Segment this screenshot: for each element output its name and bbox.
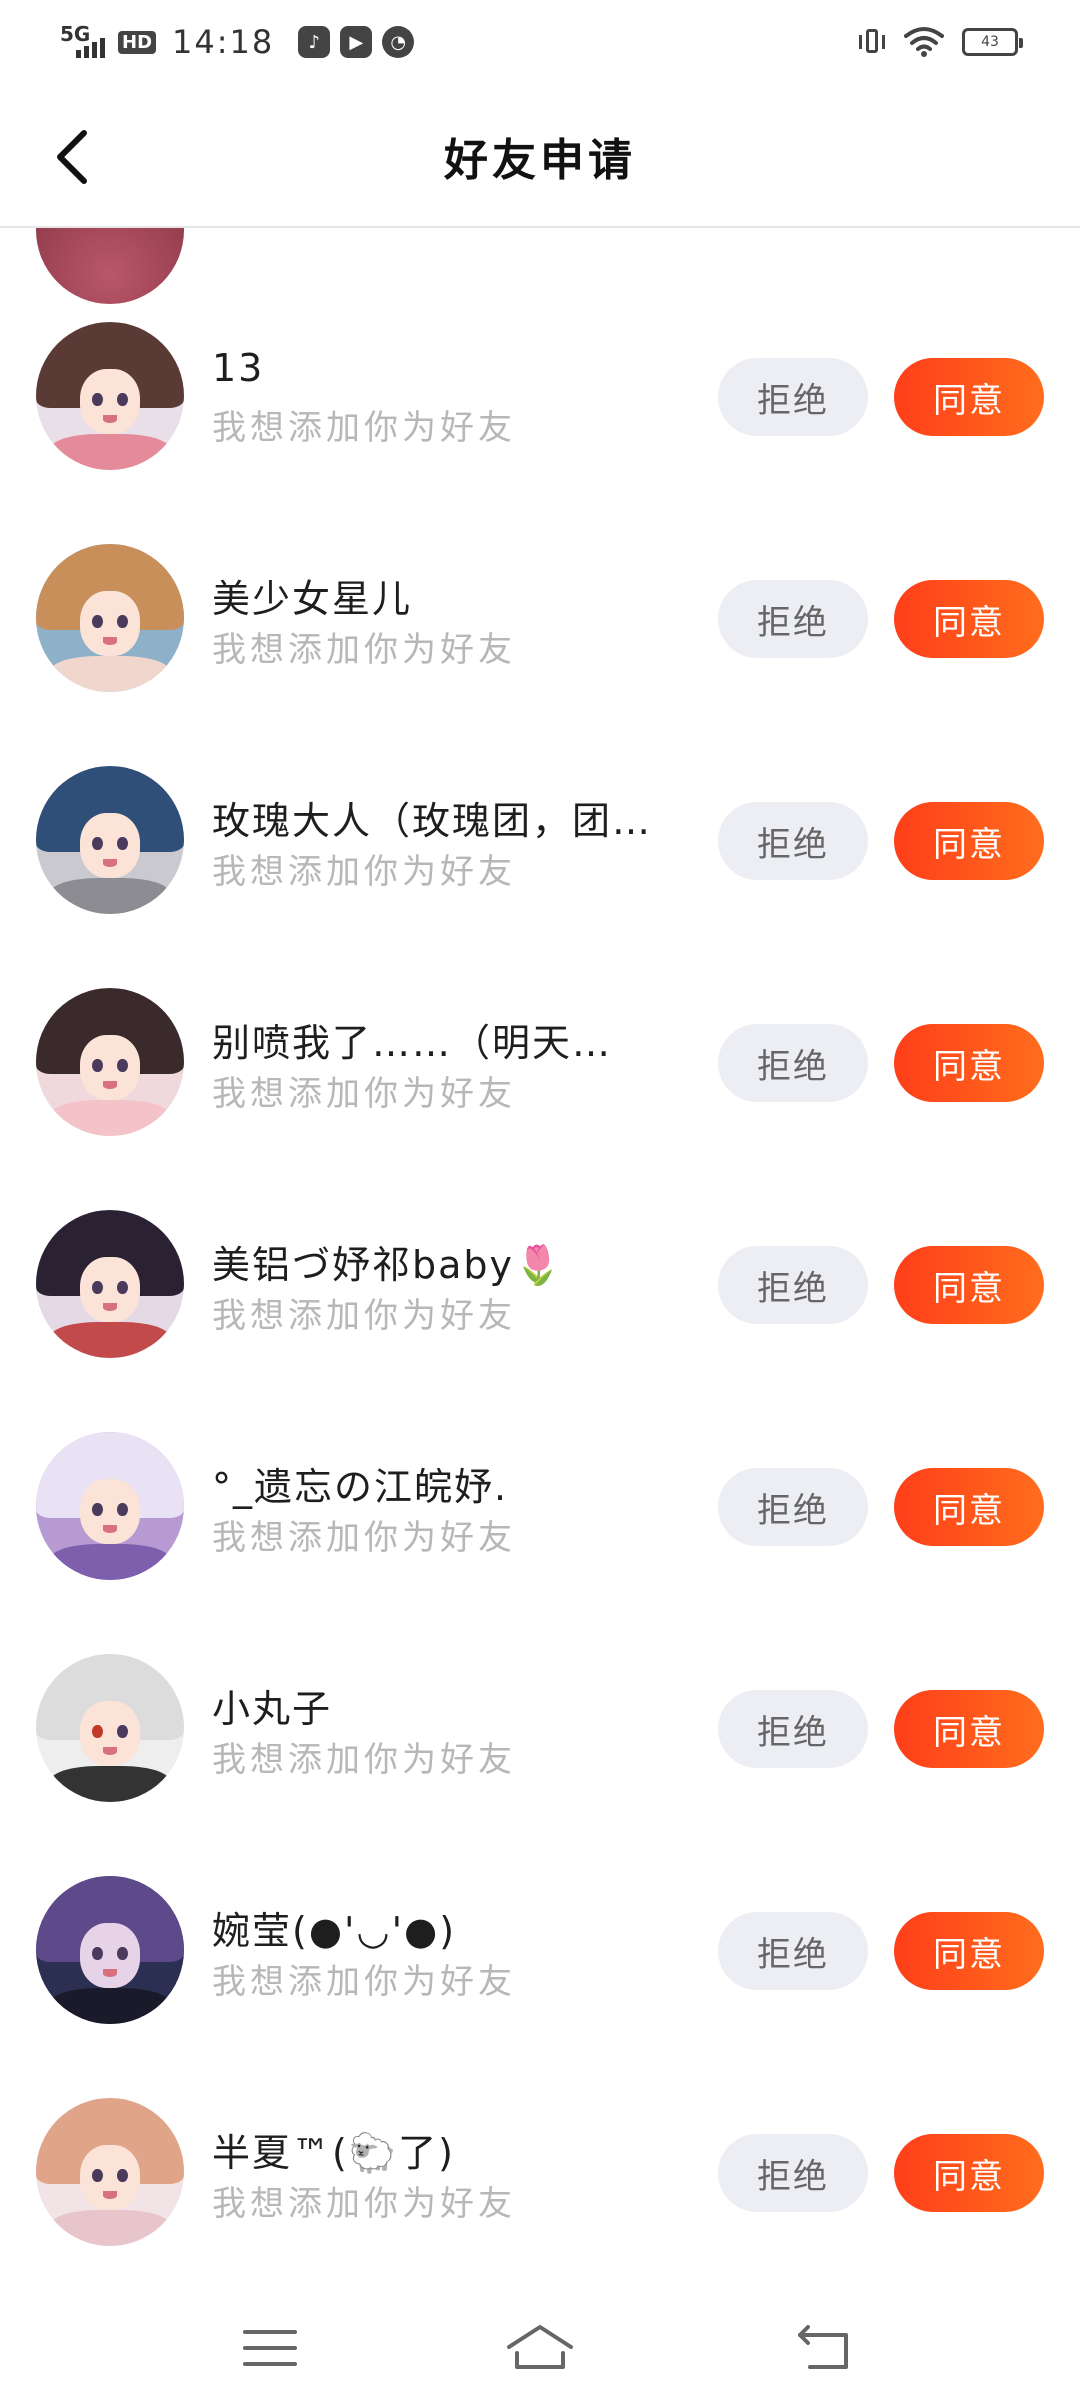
hd-badge: HD xyxy=(118,30,157,54)
friend-name: 13 xyxy=(212,346,265,390)
request-message: 我想添加你为好友 xyxy=(212,852,516,892)
agree-button[interactable]: 同意 xyxy=(894,1024,1044,1102)
friend-request-row: 美铝づ妤祁baby🌷 我想添加你为好友 拒绝 同意 xyxy=(0,1210,1080,1432)
home-button[interactable] xyxy=(500,2318,580,2378)
friend-name: 婉莹(●'◡'●) xyxy=(212,1909,457,1953)
avatar[interactable] xyxy=(36,1654,184,1802)
reject-button[interactable]: 拒绝 xyxy=(718,2134,868,2212)
speed-icon: ◔ xyxy=(382,26,415,58)
system-navigation-bar xyxy=(0,2278,1080,2408)
battery-icon: 43 xyxy=(962,28,1023,56)
status-bar-left: 5G HD 14:18 ♪ ▶ ◔ xyxy=(60,20,415,64)
back-nav-icon xyxy=(798,2325,848,2369)
battery-level: 43 xyxy=(981,34,999,50)
request-message: 我想添加你为好友 xyxy=(212,1962,516,2002)
menu-button[interactable] xyxy=(230,2318,310,2378)
tiktok-icon: ♪ xyxy=(298,26,331,58)
reject-button[interactable]: 拒绝 xyxy=(718,580,868,658)
agree-button[interactable]: 同意 xyxy=(894,1690,1044,1768)
friend-request-row: 小丸子 我想添加你为好友 拒绝 同意 xyxy=(0,1654,1080,1876)
friend-request-row: 美少女星儿 我想添加你为好友 拒绝 同意 xyxy=(0,544,1080,766)
reject-button[interactable]: 拒绝 xyxy=(718,358,868,436)
avatar[interactable] xyxy=(36,322,184,470)
page-title: 好友申请 xyxy=(444,135,636,186)
agree-button[interactable]: 同意 xyxy=(894,2134,1044,2212)
request-message: 我想添加你为好友 xyxy=(212,630,516,670)
friend-request-row: 13 我想添加你为好友 拒绝 同意 xyxy=(0,322,1080,544)
avatar[interactable] xyxy=(36,1432,184,1580)
friend-request-list[interactable]: 13 我想添加你为好友 拒绝 同意 美少女星儿 我想添加你为好友 拒绝 同意 玫… xyxy=(0,228,1080,2278)
reject-button[interactable]: 拒绝 xyxy=(718,1024,868,1102)
reject-button[interactable]: 拒绝 xyxy=(718,1690,868,1768)
request-message: 我想添加你为好友 xyxy=(212,2184,516,2224)
request-message: 我想添加你为好友 xyxy=(212,408,516,448)
agree-button[interactable]: 同意 xyxy=(894,1912,1044,1990)
request-message: 我想添加你为好友 xyxy=(212,1518,516,1558)
reject-button[interactable]: 拒绝 xyxy=(718,1468,868,1546)
reject-button[interactable]: 拒绝 xyxy=(718,1912,868,1990)
agree-button[interactable]: 同意 xyxy=(894,580,1044,658)
avatar[interactable] xyxy=(36,988,184,1136)
agree-button[interactable]: 同意 xyxy=(894,802,1044,880)
avatar xyxy=(36,228,184,304)
agree-button[interactable]: 同意 xyxy=(894,1468,1044,1546)
home-icon xyxy=(507,2325,573,2369)
wifi-icon xyxy=(904,27,944,57)
avatar[interactable] xyxy=(36,766,184,914)
request-message: 我想添加你为好友 xyxy=(212,1740,516,1780)
request-message: 我想添加你为好友 xyxy=(212,1074,516,1114)
friend-request-row: 玫瑰大人（玫瑰团，团… 我想添加你为好友 拒绝 同意 xyxy=(0,766,1080,988)
avatar[interactable] xyxy=(36,2098,184,2246)
request-message: 我想添加你为好友 xyxy=(212,1296,516,1336)
cellular-signal-icon: 5G xyxy=(60,22,108,62)
vibrate-icon xyxy=(858,27,886,57)
avatar[interactable] xyxy=(36,544,184,692)
friend-name: 半夏™(🐑了) xyxy=(212,2131,455,2175)
agree-button[interactable]: 同意 xyxy=(894,358,1044,436)
friend-name: °_遗忘の江皖妤. xyxy=(212,1465,509,1509)
reject-button[interactable]: 拒绝 xyxy=(718,1246,868,1324)
agree-button[interactable]: 同意 xyxy=(894,1246,1044,1324)
friend-name: 美少女星儿 xyxy=(212,577,413,621)
friend-name: 小丸子 xyxy=(212,1687,333,1731)
friend-request-row: 婉莹(●'◡'●) 我想添加你为好友 拒绝 同意 xyxy=(0,1876,1080,2098)
friend-request-row: 半夏™(🐑了) 我想添加你为好友 拒绝 同意 xyxy=(0,2098,1080,2278)
status-bar-right: 43 xyxy=(858,22,1023,62)
navigation-bar: 好友申请 xyxy=(0,84,1080,228)
friend-name: 别喷我了……（明天… xyxy=(212,1021,613,1065)
menu-icon xyxy=(243,2330,297,2366)
friend-request-row: 别喷我了……（明天… 我想添加你为好友 拒绝 同意 xyxy=(0,988,1080,1210)
status-time: 14:18 xyxy=(172,23,275,61)
status-bar: 5G HD 14:18 ♪ ▶ ◔ 43 xyxy=(0,0,1080,84)
reject-button[interactable]: 拒绝 xyxy=(718,802,868,880)
back-nav-button[interactable] xyxy=(784,2318,864,2378)
video-icon: ▶ xyxy=(340,26,373,58)
avatar[interactable] xyxy=(36,1210,184,1358)
friend-name: 美铝づ妤祁baby🌷 xyxy=(212,1243,564,1287)
avatar[interactable] xyxy=(36,1876,184,2024)
friend-name: 玫瑰大人（玫瑰团，团… xyxy=(212,799,653,843)
friend-request-row: °_遗忘の江皖妤. 我想添加你为好友 拒绝 同意 xyxy=(0,1432,1080,1654)
